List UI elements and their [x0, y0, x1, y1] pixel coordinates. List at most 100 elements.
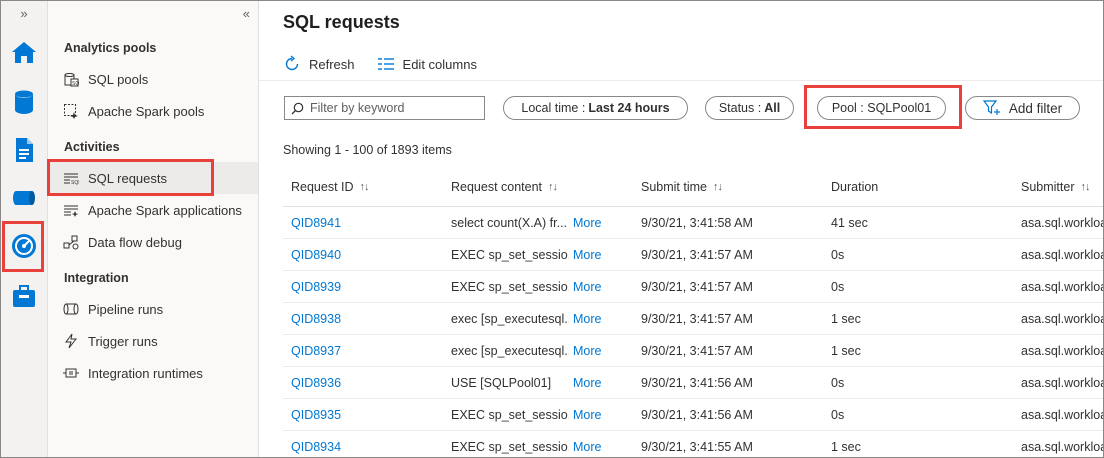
duration: 1 sec: [831, 312, 861, 326]
add-filter-button[interactable]: Add filter: [965, 96, 1080, 120]
submit-time: 9/30/21, 3:41:55 AM: [641, 440, 753, 454]
duration: 0s: [831, 408, 845, 422]
submitter: asa.sql.workload: [1021, 248, 1103, 262]
time-filter-label: Local time :: [521, 101, 586, 115]
duration: 0s: [831, 280, 845, 294]
nav-item-spark-pools[interactable]: Apache Spark pools: [48, 95, 258, 127]
column-request-id[interactable]: Request ID ↑↓: [291, 180, 370, 194]
nav-item-spark-applications[interactable]: Apache Spark applications: [48, 194, 258, 226]
nav-item-sql-pools[interactable]: SQL SQL pools: [48, 63, 258, 95]
refresh-icon: [285, 55, 299, 71]
toolbar-divider: [259, 80, 1103, 81]
table-row[interactable]: QID8940 EXEC sp_set_sessio... More 9/30/…: [283, 239, 1103, 271]
request-content: EXEC sp_set_sessio...: [451, 248, 569, 262]
more-link[interactable]: More: [573, 440, 601, 454]
main-panel: SQL requests Refresh Edit columns Local …: [259, 1, 1103, 457]
sort-icon: ↑↓: [1080, 181, 1091, 193]
item-count: Showing 1 - 100 of 1893 items: [283, 143, 452, 157]
table-row[interactable]: QID8934 EXEC sp_set_sessio... More 9/30/…: [283, 431, 1103, 457]
table-row[interactable]: QID8941 select count(X.A) fr... More 9/3…: [283, 207, 1103, 239]
request-id-link[interactable]: QID8936: [291, 376, 341, 390]
duration: 41 sec: [831, 216, 868, 230]
monitor-icon[interactable]: [9, 231, 39, 261]
more-link[interactable]: More: [573, 248, 601, 262]
status-filter-value: All: [764, 101, 781, 115]
sort-icon: ↑↓: [548, 181, 558, 193]
submitter: asa.sql.workload: [1021, 344, 1103, 358]
table-row[interactable]: QID8936 USE [SQLPool01] More 9/30/21, 3:…: [283, 367, 1103, 399]
nav-item-label: Apache Spark pools: [88, 103, 205, 119]
collapse-nav-button[interactable]: «: [243, 6, 250, 21]
sql-pool-icon: SQL: [63, 71, 79, 87]
column-submit-time[interactable]: Submit time ↑↓: [641, 180, 723, 194]
request-content: EXEC sp_set_sessio...: [451, 408, 569, 422]
request-id-link[interactable]: QID8940: [291, 248, 341, 262]
develop-icon[interactable]: [9, 135, 39, 165]
manage-icon[interactable]: [9, 281, 39, 311]
time-filter-value: Last 24 hours: [588, 101, 670, 115]
table-row[interactable]: QID8937 exec [sp_executesql... More 9/30…: [283, 335, 1103, 367]
request-content: EXEC sp_set_sessio...: [451, 280, 569, 294]
spark-pool-icon: [63, 103, 79, 119]
nav-item-label: Data flow debug: [88, 234, 182, 250]
keyword-filter-input[interactable]: [310, 101, 480, 115]
edit-columns-icon: [377, 58, 394, 70]
submit-time: 9/30/21, 3:41:57 AM: [641, 344, 753, 358]
column-submitter[interactable]: Submitter ↑↓: [1021, 180, 1091, 194]
more-link[interactable]: More: [573, 376, 601, 390]
submit-time: 9/30/21, 3:41:57 AM: [641, 248, 753, 262]
data-icon[interactable]: [9, 87, 39, 117]
request-id-link[interactable]: QID8935: [291, 408, 341, 422]
request-id-link[interactable]: QID8937: [291, 344, 341, 358]
add-filter-label: Add filter: [1008, 100, 1063, 116]
more-link[interactable]: More: [573, 312, 601, 326]
more-link[interactable]: More: [573, 280, 601, 294]
nav-item-label: Trigger runs: [88, 333, 158, 349]
table-row[interactable]: QID8935 EXEC sp_set_sessio... More 9/30/…: [283, 399, 1103, 431]
table-row[interactable]: QID8939 EXEC sp_set_sessio... More 9/30/…: [283, 271, 1103, 303]
expand-rail-button[interactable]: »: [1, 6, 47, 21]
refresh-button[interactable]: Refresh: [283, 55, 355, 73]
duration: 0s: [831, 248, 845, 262]
status-filter-label: Status :: [718, 101, 762, 115]
more-link[interactable]: More: [573, 344, 601, 358]
nav-item-integration-runtimes[interactable]: Integration runtimes: [48, 357, 258, 389]
more-link[interactable]: More: [573, 408, 601, 422]
data-flow-debug-icon: [63, 234, 79, 250]
submitter: asa.sql.workload: [1021, 376, 1103, 390]
search-icon: [291, 102, 304, 114]
nav-item-data-flow-debug[interactable]: Data flow debug: [48, 226, 258, 258]
more-link[interactable]: More: [573, 216, 601, 230]
request-content: USE [SQLPool01]: [451, 376, 552, 390]
request-id-link[interactable]: QID8938: [291, 312, 341, 326]
time-filter-pill[interactable]: Local time : Last 24 hours: [503, 96, 688, 120]
nav-item-trigger-runs[interactable]: Trigger runs: [48, 325, 258, 357]
sql-requests-highlight-box: [47, 159, 214, 196]
request-id-link[interactable]: QID8934: [291, 440, 341, 454]
keyword-filter[interactable]: [284, 96, 485, 120]
column-request-content[interactable]: Request content ↑↓: [451, 180, 558, 194]
integrate-icon[interactable]: [9, 183, 39, 213]
column-duration[interactable]: Duration: [831, 180, 878, 194]
submit-time: 9/30/21, 3:41:56 AM: [641, 376, 753, 390]
pool-filter-highlight-box: [804, 85, 962, 129]
nav-item-pipeline-runs[interactable]: Pipeline runs: [48, 293, 258, 325]
table-header: Request ID ↑↓ Request content ↑↓ Submit ti…: [283, 172, 1103, 207]
submit-time: 9/30/21, 3:41:56 AM: [641, 408, 753, 422]
request-id-link[interactable]: QID8939: [291, 280, 341, 294]
home-icon[interactable]: [9, 37, 39, 67]
edit-columns-button[interactable]: Edit columns: [377, 57, 477, 72]
submit-time: 9/30/21, 3:41:57 AM: [641, 280, 753, 294]
status-filter-pill[interactable]: Status : All: [705, 96, 794, 120]
section-analytics-pools: Analytics pools: [64, 41, 157, 55]
table-row[interactable]: QID8938 exec [sp_executesql... More 9/30…: [283, 303, 1103, 335]
app-frame: » « Analytics pools SQL SQL pools: [0, 0, 1104, 458]
integration-runtimes-icon: [63, 365, 79, 381]
sort-icon: ↑↓: [713, 181, 723, 193]
spark-applications-icon: [63, 202, 79, 218]
request-id-link[interactable]: QID8941: [291, 216, 341, 230]
sort-icon: ↑↓: [359, 181, 370, 193]
nav-item-label: Pipeline runs: [88, 301, 164, 317]
request-content: EXEC sp_set_sessio...: [451, 440, 569, 454]
trigger-runs-icon: [63, 333, 79, 349]
